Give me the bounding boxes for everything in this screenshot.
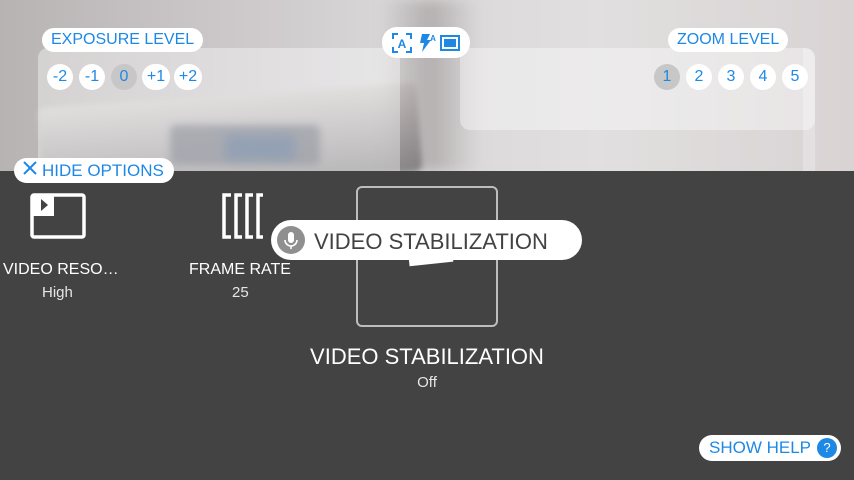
zoom-option[interactable]: 4 — [750, 64, 776, 90]
microphone-icon — [277, 226, 305, 254]
hide-options-label: HIDE OPTIONS — [42, 160, 164, 180]
flash-auto-icon[interactable]: A — [416, 33, 436, 58]
svg-text:A: A — [398, 37, 407, 51]
frame-rate-value: 25 — [232, 284, 249, 301]
zoom-level-label: ZOOM LEVEL — [668, 28, 789, 52]
video-resolution-label: VIDEO RESO… — [3, 261, 119, 278]
hide-options-button[interactable]: HIDE OPTIONS — [14, 158, 174, 183]
svg-text:A: A — [430, 34, 436, 43]
auto-focus-icon[interactable]: A — [392, 33, 412, 58]
video-resolution-value: High — [42, 284, 73, 301]
video-stabilization-value: Off — [417, 374, 437, 391]
exposure-level-label: EXPOSURE LEVEL — [42, 28, 204, 52]
help-icon: ? — [817, 438, 838, 458]
voice-command-text: VIDEO STABILIZATION — [314, 229, 548, 254]
exposure-option[interactable]: +1 — [142, 64, 170, 90]
zoom-option[interactable]: 3 — [718, 64, 744, 90]
exposure-option[interactable]: +2 — [174, 64, 202, 90]
show-help-label: SHOW HELP — [709, 438, 812, 457]
frame-rate-label: FRAME RATE — [189, 261, 291, 278]
exposure-option[interactable]: -2 — [47, 64, 73, 90]
show-help-button[interactable]: SHOW HELP ? — [699, 435, 842, 461]
close-icon — [22, 160, 38, 181]
zoom-option-selected[interactable]: 1 — [654, 64, 680, 90]
exposure-option[interactable]: -1 — [79, 64, 105, 90]
voice-command-tooltip: VIDEO STABILIZATION — [271, 220, 582, 260]
zoom-option[interactable]: 5 — [782, 64, 808, 90]
video-stabilization-label: VIDEO STABILIZATION — [310, 344, 544, 369]
aspect-ratio-icon[interactable] — [440, 33, 460, 58]
zoom-option[interactable]: 2 — [686, 64, 712, 90]
video-resolution-icon — [30, 193, 86, 244]
frame-rate-icon — [221, 193, 265, 244]
camera-mode-toolbar: A A — [382, 27, 470, 58]
exposure-option-selected[interactable]: 0 — [111, 64, 137, 90]
